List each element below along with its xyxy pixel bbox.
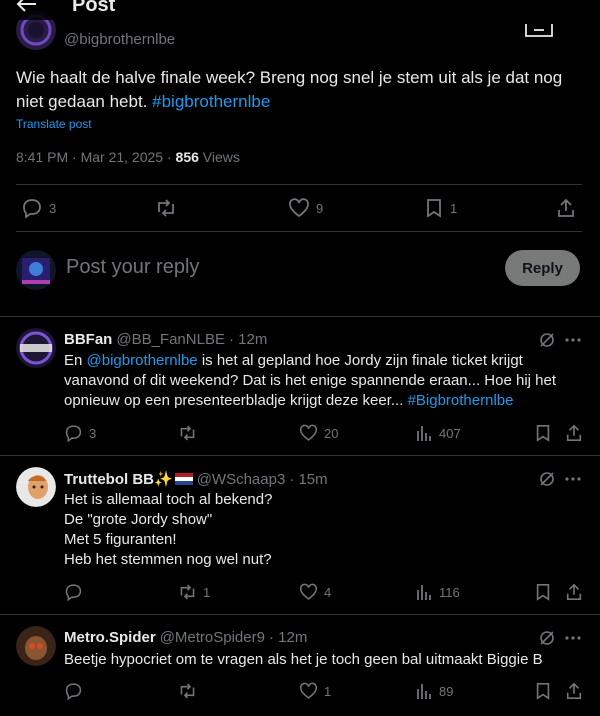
grok-icon[interactable] <box>524 22 554 40</box>
more-icon[interactable] <box>565 331 585 351</box>
comment-repost-action[interactable]: 1 <box>178 583 210 601</box>
heart-icon <box>299 583 318 600</box>
repost-icon <box>158 199 174 217</box>
bookmark-action[interactable]: 1 <box>424 198 457 218</box>
comment-header: BBFan @BB_FanNLBE · 12m <box>64 331 267 348</box>
comment-reply-action[interactable] <box>64 682 89 700</box>
reply-icon <box>23 199 41 218</box>
repost-icon <box>180 425 195 441</box>
comment-avatar[interactable] <box>16 467 56 507</box>
share-icon[interactable] <box>565 583 585 603</box>
share-icon <box>558 198 574 217</box>
grok-icon[interactable] <box>538 331 558 351</box>
divider <box>16 231 582 232</box>
netherlands-flag-icon <box>174 473 193 485</box>
reply-icon <box>65 683 82 700</box>
comment-like-action[interactable]: 20 <box>299 424 338 442</box>
grok-icon[interactable] <box>538 629 558 649</box>
more-icon[interactable] <box>565 629 585 649</box>
heart-icon <box>299 682 318 699</box>
comment-repost-action[interactable] <box>178 682 203 700</box>
repost-action[interactable] <box>155 198 183 218</box>
comment-avatar[interactable] <box>16 626 56 666</box>
heart-icon <box>299 424 318 441</box>
grok-icon[interactable] <box>538 470 558 490</box>
like-action[interactable]: 9 <box>288 198 323 218</box>
reply-input[interactable]: Post your reply <box>66 256 199 279</box>
post-meta: 8:41 PM · Mar 21, 2025 · 856 Views <box>16 149 240 165</box>
reply-icon <box>65 584 82 601</box>
analytics-icon <box>417 426 431 441</box>
analytics-icon <box>417 585 431 600</box>
comment-author-name[interactable]: Metro.Spider <box>64 629 156 646</box>
post-text: Wie haalt de halve finale week? Breng no… <box>16 68 563 111</box>
comment-like-action[interactable]: 1 <box>299 682 331 700</box>
comment-author-handle[interactable]: @WSchaap3 <box>197 471 286 488</box>
post-timestamp[interactable]: 8:41 PM · Mar 21, 2025 · <box>16 149 176 165</box>
comment-repost-action[interactable] <box>178 424 203 442</box>
author-handle[interactable]: @bigbrothernlbe <box>64 31 175 48</box>
bookmark-icon[interactable] <box>534 682 554 702</box>
post-hashtag[interactable]: #bigbrothernlbe <box>152 92 270 111</box>
divider <box>16 184 582 185</box>
comment-header: Metro.Spider @MetroSpider9 · 12m <box>64 629 307 646</box>
comment-text: Beetje hypocriet om te vragen als het je… <box>64 651 543 668</box>
share-icon[interactable] <box>565 682 585 702</box>
reply-action[interactable]: 3 <box>21 198 56 218</box>
my-avatar[interactable] <box>16 250 56 290</box>
comment-time[interactable]: · 12m <box>269 629 307 646</box>
comment-time[interactable]: · 12m <box>229 331 267 348</box>
comment-views-action[interactable]: 116 <box>416 583 460 601</box>
comment-like-action[interactable]: 4 <box>299 583 331 601</box>
arrow-left-icon[interactable] <box>16 0 38 14</box>
divider <box>0 455 600 456</box>
bookmark-icon[interactable] <box>534 424 554 444</box>
comment-views-action[interactable]: 407 <box>416 424 461 442</box>
comment-time[interactable]: · 15m <box>289 471 327 488</box>
comment-author-name[interactable]: BBFan <box>64 331 112 348</box>
sparkles-emoji: ✨ <box>154 471 173 488</box>
repost-icon <box>180 683 195 699</box>
bookmark-icon[interactable] <box>534 583 554 603</box>
divider <box>0 614 600 615</box>
comment-author-handle[interactable]: @MetroSpider9 <box>160 629 265 646</box>
translate-post-link[interactable]: Translate post <box>16 117 92 131</box>
comment-text: En @bigbrothernlbe is het al gepland hoe… <box>64 352 557 409</box>
top-bar: Post <box>0 0 600 20</box>
mention-link[interactable]: @bigbrothernlbe <box>87 352 198 369</box>
comment-header: Truttebol BB ✨ @WSchaap3 · 15m <box>64 470 328 489</box>
comment-avatar[interactable] <box>16 328 56 368</box>
comment-text: Het is allemaal toch al bekend? De "grot… <box>64 491 273 568</box>
comment-reply-action[interactable] <box>64 583 89 601</box>
share-action[interactable] <box>556 198 582 218</box>
views-count: 856 <box>175 149 199 165</box>
divider <box>0 316 600 317</box>
repost-icon <box>180 584 195 600</box>
bookmark-icon <box>427 199 441 218</box>
comment-views-action[interactable]: 89 <box>416 682 453 700</box>
more-icon[interactable] <box>565 470 585 490</box>
comment-author-name[interactable]: Truttebol BB <box>64 471 154 488</box>
views-label: Views <box>198 149 240 165</box>
comment-author-handle[interactable]: @BB_FanNLBE <box>116 331 225 348</box>
analytics-icon <box>417 684 431 699</box>
heart-icon <box>289 198 309 218</box>
comment-hashtag[interactable]: #Bigbrothernlbe <box>408 392 514 409</box>
reply-icon <box>65 425 82 442</box>
reply-button[interactable]: Reply <box>505 250 580 286</box>
page-title: Post <box>72 0 116 16</box>
comment-reply-action[interactable]: 3 <box>64 424 96 442</box>
share-icon[interactable] <box>565 424 585 444</box>
